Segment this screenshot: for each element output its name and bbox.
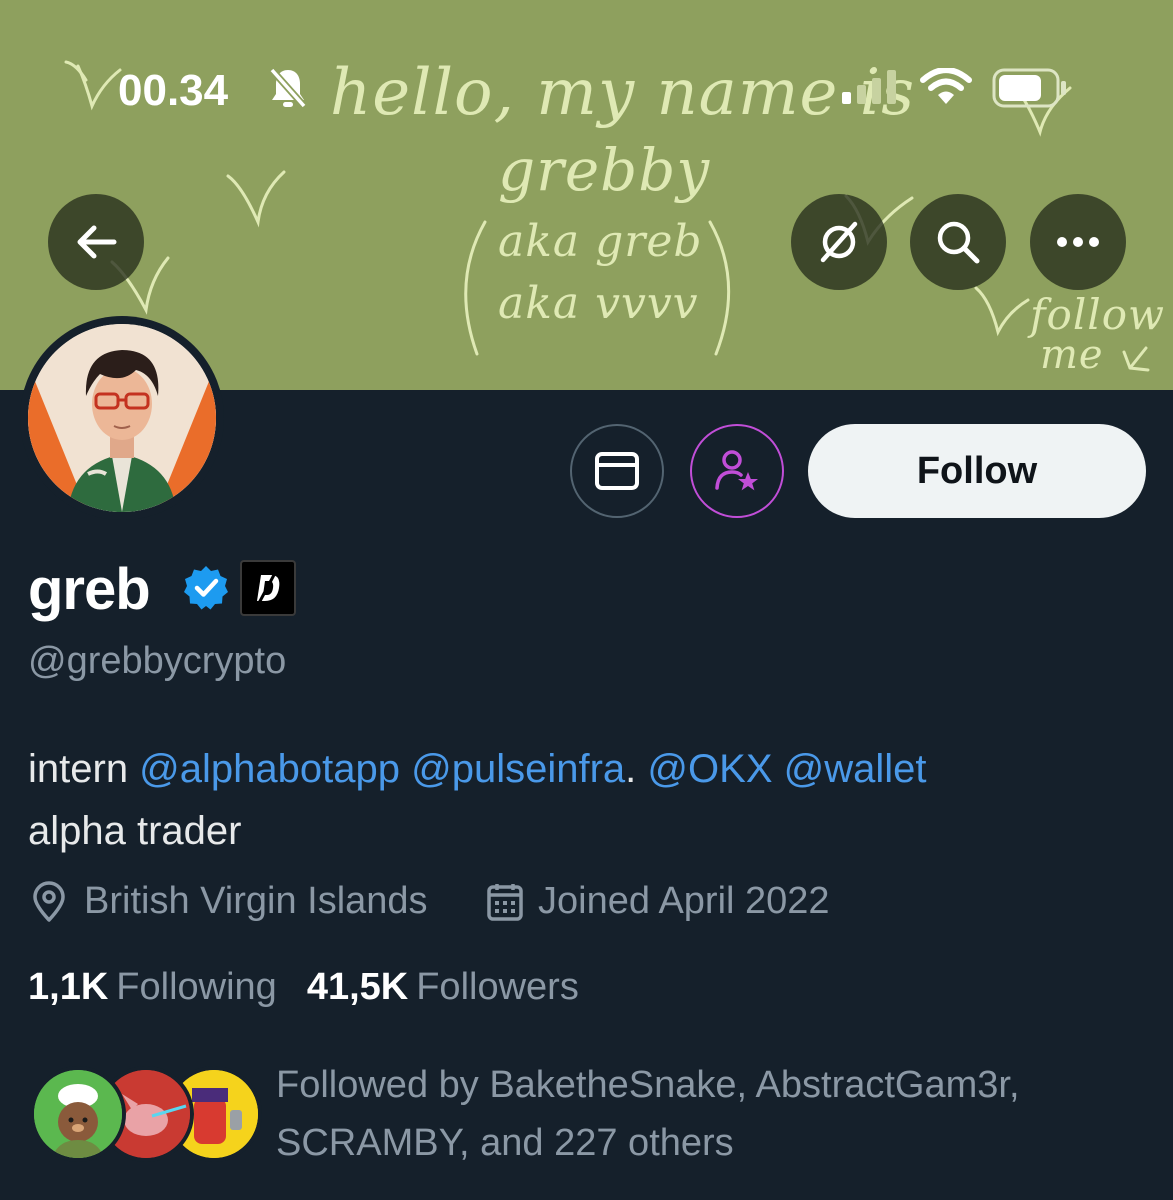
- wifi-icon: [920, 67, 972, 111]
- more-dots-icon: [1057, 237, 1099, 247]
- banner-text-hello: hello, my name is: [330, 56, 916, 130]
- battery-icon: [992, 68, 1068, 113]
- followers-label: Followers: [416, 966, 579, 1008]
- bio-line-2: alpha trader: [28, 809, 242, 853]
- banner-text-aka-vvvv: aka vvvv: [498, 278, 699, 329]
- joined-item: Joined April 2022: [486, 880, 830, 923]
- back-button[interactable]: [48, 194, 144, 290]
- mention-wallet[interactable]: @wallet: [784, 747, 927, 791]
- envelope-icon: [595, 452, 639, 490]
- followers-count: 41,5K: [306, 966, 409, 1008]
- follower-avatar-bakethesnake: [30, 1066, 126, 1162]
- bio-line-1: intern @alphabotapp @pulseinfra. @OKX @w…: [28, 738, 1148, 800]
- banner-text-me: me: [1040, 332, 1104, 378]
- location-pin-icon: [33, 880, 65, 922]
- display-name: greb: [28, 556, 151, 623]
- grok-icon: [820, 221, 858, 263]
- affiliate-badge-icon: [240, 560, 296, 616]
- more-options-button[interactable]: [1030, 194, 1126, 290]
- following-label: Following: [116, 966, 277, 1008]
- verified-badge-icon: [182, 564, 230, 617]
- calendar-icon: [487, 883, 523, 921]
- follow-button[interactable]: Follow: [808, 424, 1146, 518]
- location-text: British Virgin Islands: [84, 880, 428, 922]
- followers-link[interactable]: 41,5K Followers: [307, 966, 579, 1009]
- arrow-left-icon: [77, 225, 117, 259]
- grok-button[interactable]: [791, 194, 887, 290]
- display-name-text: greb: [28, 557, 151, 622]
- profile-avatar[interactable]: [20, 316, 224, 520]
- signal-icon: [842, 70, 900, 109]
- search-icon: [937, 221, 980, 264]
- following-count: 1,1K: [28, 966, 109, 1008]
- search-button[interactable]: [910, 194, 1006, 290]
- status-time: 00.34: [118, 66, 229, 115]
- silent-bell-icon: [268, 66, 308, 115]
- followed-by-text[interactable]: Followed by BaketheSnake, AbstractGam3r,…: [276, 1056, 1136, 1172]
- avatar-image: [28, 324, 216, 512]
- joined-text: Joined April 2022: [538, 880, 830, 922]
- person-star-icon: [715, 450, 758, 491]
- bio-period: .: [625, 747, 637, 791]
- profile-stats: 1,1K Following 41,5K Followers: [28, 966, 579, 1009]
- subscribe-button[interactable]: [690, 424, 784, 518]
- mention-pulseinfra[interactable]: @pulseinfra: [411, 747, 625, 791]
- profile-bio: intern @alphabotapp @pulseinfra. @OKX @w…: [28, 738, 1148, 862]
- followed-by-avatars[interactable]: [30, 1066, 262, 1166]
- message-button[interactable]: [570, 424, 664, 518]
- mention-alphabotapp[interactable]: @alphabotapp: [139, 747, 400, 791]
- banner-text-grebby: grebby: [498, 136, 711, 204]
- mention-okx[interactable]: @OKX: [647, 747, 772, 791]
- bio-intro: intern: [28, 747, 140, 791]
- following-link[interactable]: 1,1K Following: [28, 966, 277, 1009]
- location-item: British Virgin Islands: [30, 880, 428, 923]
- banner-text-aka-greb: aka greb: [498, 216, 703, 267]
- profile-handle: @grebbycrypto: [28, 640, 287, 682]
